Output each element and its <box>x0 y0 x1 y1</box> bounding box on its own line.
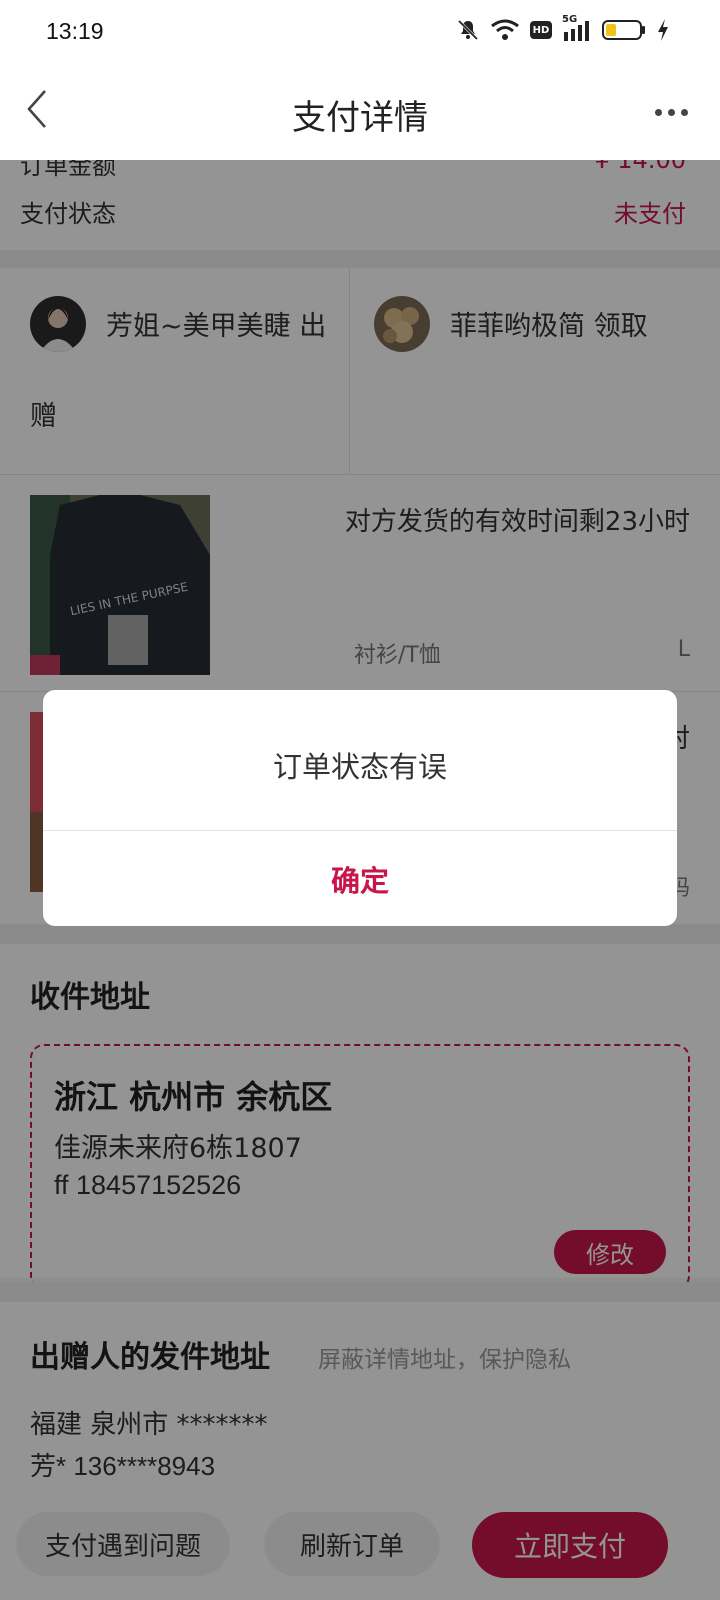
alert-dialog: 订单状态有误 确定 <box>43 690 677 926</box>
charging-icon <box>656 18 670 42</box>
dialog-message: 订单状态有误 <box>272 750 447 784</box>
page-title: 支付详情 <box>292 98 428 138</box>
battery-icon <box>602 19 646 41</box>
more-dot <box>667 108 675 116</box>
status-time: 13:19 <box>46 18 104 44</box>
hd-icon: HD <box>530 21 552 39</box>
status-bar: 13:19 HD 5G <box>0 0 720 64</box>
dialog-confirm-button[interactable]: 确定 <box>43 831 677 926</box>
wifi-icon <box>490 18 520 42</box>
signal-5g-icon: 5G <box>562 14 592 42</box>
bell-muted-icon <box>456 18 480 42</box>
more-button[interactable] <box>646 100 696 124</box>
more-dot <box>654 108 662 116</box>
status-icons: HD 5G <box>456 14 670 42</box>
more-dot <box>680 108 688 116</box>
header: 支付详情 <box>0 64 720 160</box>
